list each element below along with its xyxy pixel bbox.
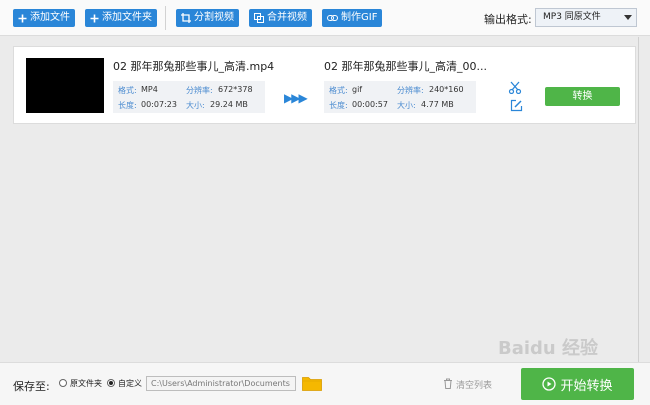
play-circle-icon — [542, 377, 557, 391]
source-format-label: 格式: — [118, 86, 137, 95]
add-folder-label: 添加文件夹 — [102, 12, 152, 23]
target-format-label: 格式: — [329, 86, 348, 95]
source-file-name: 02 那年那兔那些事儿_高清.mp4 — [113, 60, 275, 73]
source-resolution-label: 分辨率: — [186, 86, 213, 95]
target-duration-value: 00:00:57 — [352, 100, 388, 109]
target-info-box: 格式: gif 分辨率: 240*160 长度: 00:00:57 大小: 4.… — [324, 81, 476, 113]
chevron-down-icon — [624, 15, 632, 20]
target-size-value: 4.77 MB — [421, 100, 454, 109]
file-row: 02 那年那兔那些事儿_高清.mp4 格式: MP4 分辨率: 672*378 … — [13, 46, 636, 124]
watermark: Baidu 经验 — [498, 338, 599, 359]
make-gif-button[interactable]: 制作GIF — [322, 9, 383, 27]
add-file-button[interactable]: 添加文件 — [13, 9, 75, 27]
source-size-value: 29.24 MB — [210, 100, 248, 109]
scrollbar-track[interactable] — [638, 37, 639, 362]
source-format-value: MP4 — [141, 85, 158, 94]
target-duration-label: 长度: — [329, 101, 348, 110]
start-convert-label: 开始转换 — [560, 378, 613, 394]
trash-icon — [444, 378, 452, 389]
save-to-label: 保存至: — [13, 380, 50, 393]
bottom-bar: 保存至: 原文件夹 自定义 清空列表 开始转换 — [0, 362, 650, 405]
make-gif-label: 制作GIF — [341, 12, 378, 23]
output-format-value: MP3 同原文件 — [543, 12, 601, 22]
folder-icon[interactable] — [302, 375, 322, 391]
clear-list-button[interactable]: 清空列表 — [456, 378, 492, 391]
edit-icon[interactable] — [510, 99, 523, 112]
plus-icon — [18, 14, 27, 22]
link-icon — [327, 15, 338, 21]
target-file-name: 02 那年那兔那些事儿_高清_00... — [324, 60, 487, 73]
output-path-input[interactable] — [146, 376, 296, 391]
target-format-value: gif — [352, 85, 363, 94]
original-folder-radio[interactable] — [59, 379, 67, 387]
add-file-label: 添加文件 — [30, 12, 70, 23]
merge-video-label: 合并视频 — [267, 12, 307, 23]
toolbar: 添加文件 添加文件夹 分割视频 合并视频 制作GIF 输出格式: MP3 同原文… — [0, 0, 650, 36]
target-resolution-value: 240*160 — [429, 85, 464, 94]
custom-folder-radio[interactable] — [107, 379, 115, 387]
plus-icon — [90, 14, 99, 22]
convert-arrow-icon: ▶▶▶ — [284, 91, 308, 105]
merge-icon — [254, 13, 264, 23]
split-video-label: 分割视频 — [194, 12, 234, 23]
merge-video-button[interactable]: 合并视频 — [249, 9, 312, 27]
convert-button[interactable]: 转换 — [545, 87, 620, 106]
toolbar-divider — [165, 6, 166, 30]
crop-icon — [181, 13, 191, 23]
output-format-select[interactable]: MP3 同原文件 — [535, 8, 637, 27]
scissors-icon[interactable] — [508, 81, 522, 94]
original-folder-label: 原文件夹 — [70, 379, 102, 388]
source-resolution-value: 672*378 — [218, 85, 253, 94]
custom-folder-label: 自定义 — [118, 379, 142, 388]
target-size-label: 大小: — [397, 101, 416, 110]
source-duration-value: 00:07:23 — [141, 100, 177, 109]
video-thumbnail — [26, 58, 104, 113]
source-duration-label: 长度: — [118, 101, 137, 110]
source-size-label: 大小: — [186, 101, 205, 110]
add-folder-button[interactable]: 添加文件夹 — [85, 9, 157, 27]
split-video-button[interactable]: 分割视频 — [176, 9, 239, 27]
output-format-label: 输出格式: — [484, 13, 532, 26]
target-resolution-label: 分辨率: — [397, 86, 424, 95]
start-convert-button[interactable]: 开始转换 — [521, 368, 634, 400]
source-info-box: 格式: MP4 分辨率: 672*378 长度: 00:07:23 大小: 29… — [113, 81, 265, 113]
